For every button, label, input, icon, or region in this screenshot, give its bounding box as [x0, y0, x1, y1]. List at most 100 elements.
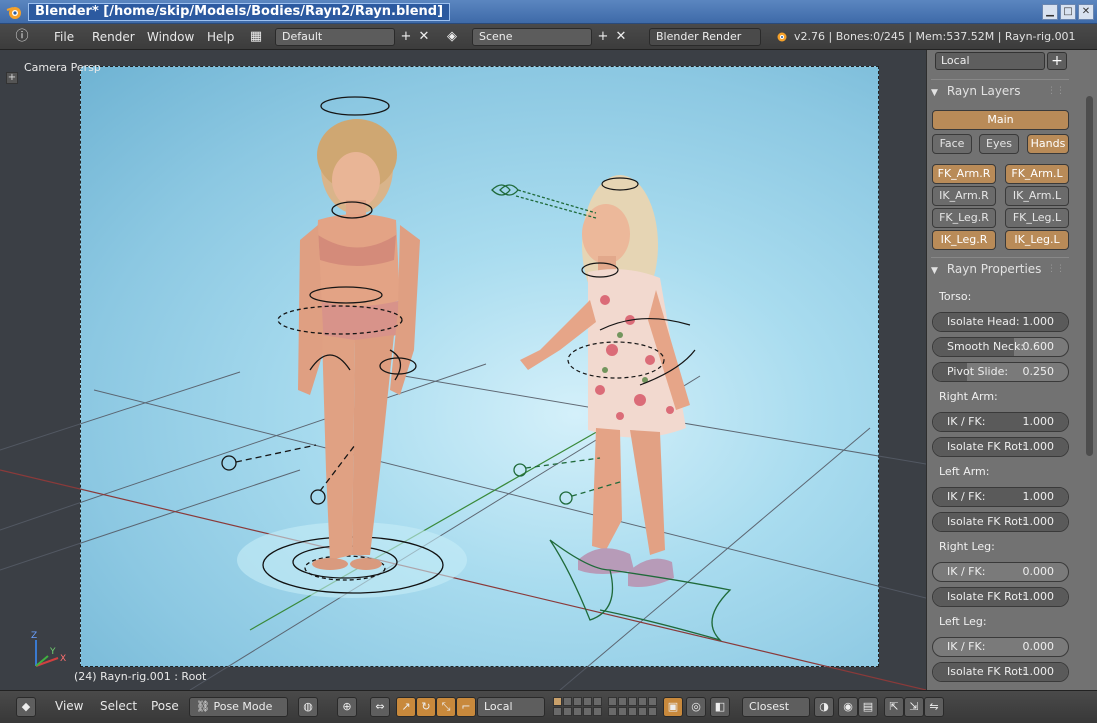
rayn-properties-header[interactable]: ▼ Rayn Properties ⋮⋮ — [931, 257, 1069, 279]
scene-layers-grid-b[interactable] — [608, 697, 657, 717]
maximize-button[interactable]: □ — [1060, 4, 1076, 20]
screen-layout-icon[interactable]: ▦ — [246, 28, 266, 46]
remove-screen-icon[interactable]: ✕ — [414, 28, 434, 46]
group-label: Left Leg: — [939, 615, 987, 628]
drag-grip-icon[interactable]: ⋮⋮ — [1047, 80, 1065, 102]
menu-view[interactable]: View — [55, 699, 83, 713]
paste-flipped-pose-icon[interactable]: ⇋ — [924, 697, 944, 717]
close-window-button[interactable]: ✕ — [1078, 4, 1094, 20]
layer-toggle-main[interactable]: Main — [932, 110, 1069, 130]
manipulator-toggle-icon[interactable]: ⇔ — [370, 697, 390, 717]
property-slider[interactable]: Isolate FK Rot: 1.000 — [932, 662, 1069, 682]
screen-layout-field[interactable]: Default — [275, 28, 395, 46]
active-object-label: (24) Rayn-rig.001 : Root — [74, 670, 207, 683]
menu-file[interactable]: File — [54, 30, 74, 44]
layer-toggle-ik-leg-l[interactable]: IK_Leg.L — [1005, 230, 1069, 250]
slider-value: 0.600 — [1022, 340, 1055, 353]
blender-logo-icon — [6, 7, 21, 19]
scene-layers-grid-a[interactable] — [553, 697, 602, 717]
slider-value: 1.000 — [1022, 515, 1055, 528]
rayn-layers-header[interactable]: ▼ Rayn Layers ⋮⋮ — [931, 79, 1069, 101]
info-header: ⓘ File Render Window Help ▦ Default + ✕ … — [0, 24, 1097, 50]
transform-orientation-select[interactable]: Local — [477, 697, 545, 717]
slider-value: 1.000 — [1022, 590, 1055, 603]
drag-grip-icon[interactable]: ⋮⋮ — [1047, 258, 1065, 280]
3d-viewport[interactable]: Z X Y Camera Persp + (24) Rayn-rig.001 :… — [0, 50, 926, 690]
layer-toggle-fk-arm-r[interactable]: FK_Arm.R — [932, 164, 996, 184]
slider-label: IK / FK: — [947, 415, 986, 428]
scale-manipulator-icon[interactable]: ⤡ — [436, 697, 456, 717]
space-select[interactable]: Local — [935, 52, 1045, 70]
mode-select[interactable]: ⛓ Pose Mode — [189, 697, 288, 717]
slider-value: 1.000 — [1022, 315, 1055, 328]
layer-toggle-ik-arm-r[interactable]: IK_Arm.R — [932, 186, 996, 206]
add-scene-icon[interactable]: + — [593, 28, 613, 46]
slider-value: 1.000 — [1022, 415, 1055, 428]
property-slider[interactable]: IK / FK: 0.000 — [932, 562, 1069, 582]
scene-icon[interactable]: ◈ — [442, 28, 462, 46]
window-title: Blender* [/home/skip/Models/Bodies/Rayn2… — [28, 3, 451, 21]
paste-pose-icon[interactable]: ⇲ — [904, 697, 924, 717]
property-slider[interactable]: Isolate FK Rot: 1.000 — [932, 587, 1069, 607]
auto-keyframe-icon[interactable]: ◑ — [814, 697, 834, 717]
menu-help[interactable]: Help — [207, 30, 234, 44]
viewport-shading-icon[interactable]: ◍ — [298, 697, 318, 717]
property-slider[interactable]: Isolate Head: 1.000 — [932, 312, 1069, 332]
editor-type-icon[interactable]: ◆ — [16, 697, 36, 717]
menu-window[interactable]: Window — [147, 30, 194, 44]
properties-sidebar: Local + ▼ Rayn Layers ⋮⋮ Main Face Eyes Han… — [926, 50, 1097, 690]
add-screen-icon[interactable]: + — [396, 28, 416, 46]
collapse-triangle-icon: ▼ — [931, 266, 938, 276]
rayn-layers-title: Rayn Layers — [946, 84, 1021, 98]
render-anim-icon[interactable]: ▤ — [858, 697, 878, 717]
menu-render[interactable]: Render — [92, 30, 135, 44]
snap-element-icon[interactable]: ◧ — [710, 697, 730, 717]
info-editor-icon[interactable]: ⓘ — [12, 28, 32, 46]
pose-mode-icon: ⛓ — [196, 700, 214, 713]
layer-toggle-hands[interactable]: Hands — [1027, 134, 1069, 154]
scene-field[interactable]: Scene — [472, 28, 592, 46]
property-slider[interactable]: Smooth Neck: 0.600 — [932, 337, 1069, 357]
proportional-edit-icon[interactable]: ◎ — [686, 697, 706, 717]
add-space-button[interactable]: + — [1047, 52, 1067, 70]
rayn-properties-title: Rayn Properties — [946, 262, 1042, 276]
collapse-triangle-icon: ▼ — [931, 88, 938, 98]
menu-pose[interactable]: Pose — [151, 699, 179, 713]
layer-toggle-eyes[interactable]: Eyes — [979, 134, 1019, 154]
render-still-icon[interactable]: ◉ — [838, 697, 858, 717]
manipulator-extra-icon[interactable]: ⌐ — [456, 697, 476, 717]
lock-layers-icon[interactable]: ▣ — [663, 697, 683, 717]
layer-toggle-fk-leg-l[interactable]: FK_Leg.L — [1005, 208, 1069, 228]
slider-label: Isolate FK Rot: — [947, 590, 1027, 603]
pivot-point-icon[interactable]: ⊕ — [337, 697, 357, 717]
layer-toggle-fk-arm-l[interactable]: FK_Arm.L — [1005, 164, 1069, 184]
minimize-button[interactable]: ▁ — [1042, 4, 1058, 20]
snap-target-select[interactable]: Closest — [742, 697, 810, 717]
property-slider[interactable]: Isolate FK Rot: 1.000 — [932, 512, 1069, 532]
slider-value: 0.250 — [1022, 365, 1055, 378]
property-slider[interactable]: IK / FK: 0.000 — [932, 637, 1069, 657]
view-name-label: Camera Persp — [24, 61, 101, 74]
translate-manipulator-icon[interactable]: ↗ — [396, 697, 416, 717]
slider-label: Isolate FK Rot: — [947, 665, 1027, 678]
layer-toggle-face[interactable]: Face — [932, 134, 972, 154]
mode-label: Pose Mode — [213, 700, 273, 713]
group-label: Torso: — [939, 290, 972, 303]
property-slider[interactable]: Isolate FK Rot: 1.000 — [932, 437, 1069, 457]
layer-toggle-ik-arm-l[interactable]: IK_Arm.L — [1005, 186, 1069, 206]
menu-select[interactable]: Select — [100, 699, 137, 713]
render-engine-select[interactable]: Blender Render — [649, 28, 761, 46]
rotate-manipulator-icon[interactable]: ↻ — [416, 697, 436, 717]
group-label: Right Leg: — [939, 540, 995, 553]
property-slider[interactable]: IK / FK: 1.000 — [932, 412, 1069, 432]
sidebar-scrollbar[interactable] — [1086, 96, 1093, 456]
remove-scene-icon[interactable]: ✕ — [611, 28, 631, 46]
copy-pose-icon[interactable]: ⇱ — [884, 697, 904, 717]
slider-label: Isolate FK Rot: — [947, 515, 1027, 528]
slider-value: 0.000 — [1022, 565, 1055, 578]
layer-toggle-fk-leg-r[interactable]: FK_Leg.R — [932, 208, 996, 228]
property-slider[interactable]: Pivot Slide: 0.250 — [932, 362, 1069, 382]
tool-shelf-toggle[interactable]: + — [6, 72, 18, 84]
layer-toggle-ik-leg-r[interactable]: IK_Leg.R — [932, 230, 996, 250]
property-slider[interactable]: IK / FK: 1.000 — [932, 487, 1069, 507]
